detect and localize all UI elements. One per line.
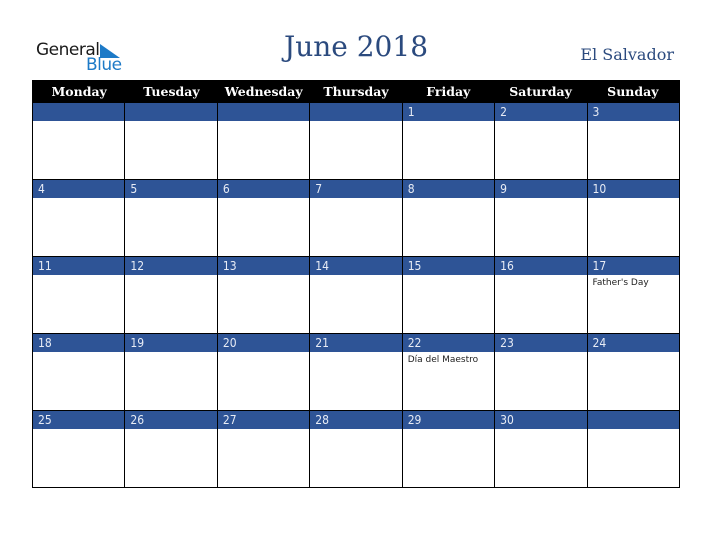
calendar-grid: Monday Tuesday Wednesday Thursday Friday Satu… xyxy=(32,80,680,488)
day-cell[interactable]: 14 xyxy=(309,256,402,333)
weekday-saturday: Saturday xyxy=(509,84,572,99)
day-number xyxy=(587,410,679,429)
day-number: 1 xyxy=(402,102,495,121)
day-cell[interactable]: 8 xyxy=(401,179,495,256)
day-number: 13 xyxy=(217,256,310,275)
day-number: 6 xyxy=(217,179,310,198)
day-number: 19 xyxy=(125,333,217,352)
holiday-label: Día del Maestro xyxy=(407,355,479,365)
day-cell[interactable]: 27 xyxy=(216,410,310,487)
day-cell[interactable]: 28 xyxy=(309,410,402,487)
day-number: 22 xyxy=(402,333,495,352)
day-number: 23 xyxy=(495,333,587,352)
week-row: 25 26 27 28 29 30 xyxy=(33,410,679,487)
weekday-header: Monday Tuesday Wednesday Thursday Friday Satu… xyxy=(33,81,679,102)
day-cell[interactable]: 2 xyxy=(494,102,587,179)
day-number: 17 xyxy=(587,256,679,275)
week-row: 4 5 6 7 8 9 10 xyxy=(33,179,679,256)
day-number xyxy=(217,102,310,121)
day-cell[interactable]: 3 xyxy=(586,102,679,179)
day-cell[interactable]: 17 Father's Day xyxy=(586,256,679,333)
country-label: El Salvador xyxy=(580,45,674,64)
day-cell[interactable]: 26 xyxy=(124,410,217,487)
day-number: 4 xyxy=(33,179,125,198)
day-cell[interactable]: 5 xyxy=(124,179,217,256)
day-cell[interactable] xyxy=(586,410,679,487)
day-number: 3 xyxy=(587,102,679,121)
day-cell[interactable]: 30 xyxy=(494,410,587,487)
day-number: 10 xyxy=(587,179,679,198)
holiday-label: Father's Day xyxy=(592,278,649,288)
day-cell[interactable]: 7 xyxy=(309,179,402,256)
day-cell[interactable]: 23 xyxy=(494,333,587,410)
weekday-wednesday: Wednesday xyxy=(224,84,303,99)
day-number: 28 xyxy=(310,410,402,429)
day-number: 26 xyxy=(125,410,217,429)
day-cell[interactable] xyxy=(216,102,310,179)
day-number: 20 xyxy=(217,333,310,352)
day-number: 11 xyxy=(33,256,125,275)
day-cell[interactable]: 18 xyxy=(33,333,125,410)
day-number: 29 xyxy=(402,410,495,429)
day-number: 2 xyxy=(495,102,587,121)
day-cell[interactable]: 25 xyxy=(33,410,125,487)
day-number: 18 xyxy=(33,333,125,352)
day-cell[interactable]: 16 xyxy=(494,256,587,333)
day-cell[interactable]: 21 xyxy=(309,333,402,410)
day-number: 24 xyxy=(587,333,679,352)
week-row: 123 xyxy=(33,102,679,179)
day-cell[interactable]: 13 xyxy=(216,256,310,333)
day-cell[interactable] xyxy=(309,102,402,179)
day-cell[interactable]: 12 xyxy=(124,256,217,333)
week-row: 11 12 13 14 15 16 17 Father's Day xyxy=(33,256,679,333)
week-row: 18 19 20 21 22 Día del Maestro 23 24 xyxy=(33,333,679,410)
day-cell[interactable] xyxy=(124,102,217,179)
day-number xyxy=(125,102,217,121)
day-cell[interactable]: 1 xyxy=(401,102,495,179)
day-cell[interactable]: 9 xyxy=(494,179,587,256)
day-cell[interactable]: 10 xyxy=(586,179,679,256)
day-cell[interactable]: 15 xyxy=(401,256,495,333)
weekday-monday: Monday xyxy=(51,84,107,99)
day-cell[interactable]: 4 xyxy=(33,179,125,256)
day-number: 16 xyxy=(495,256,587,275)
day-number: 25 xyxy=(33,410,125,429)
day-cell[interactable]: 6 xyxy=(216,179,310,256)
day-number: 21 xyxy=(310,333,402,352)
day-number xyxy=(310,102,402,121)
day-cell[interactable]: 29 xyxy=(401,410,495,487)
day-number: 15 xyxy=(402,256,495,275)
weekday-thursday: Thursday xyxy=(323,84,389,99)
day-number: 8 xyxy=(402,179,495,198)
day-number: 5 xyxy=(125,179,217,198)
day-number: 14 xyxy=(310,256,402,275)
day-cell[interactable]: 11 xyxy=(33,256,125,333)
day-cell[interactable]: 20 xyxy=(216,333,310,410)
day-cell[interactable]: 24 xyxy=(586,333,679,410)
day-number: 7 xyxy=(310,179,402,198)
day-cell[interactable]: 22 Día del Maestro xyxy=(401,333,495,410)
day-number: 27 xyxy=(217,410,310,429)
day-cell[interactable]: 19 xyxy=(124,333,217,410)
weekday-friday: Friday xyxy=(426,84,471,99)
day-number xyxy=(33,102,125,121)
weekday-tuesday: Tuesday xyxy=(143,84,200,99)
day-number: 30 xyxy=(495,410,587,429)
day-number: 12 xyxy=(125,256,217,275)
weekday-sunday: Sunday xyxy=(607,84,659,99)
day-cell[interactable] xyxy=(33,102,125,179)
day-number: 9 xyxy=(495,179,587,198)
